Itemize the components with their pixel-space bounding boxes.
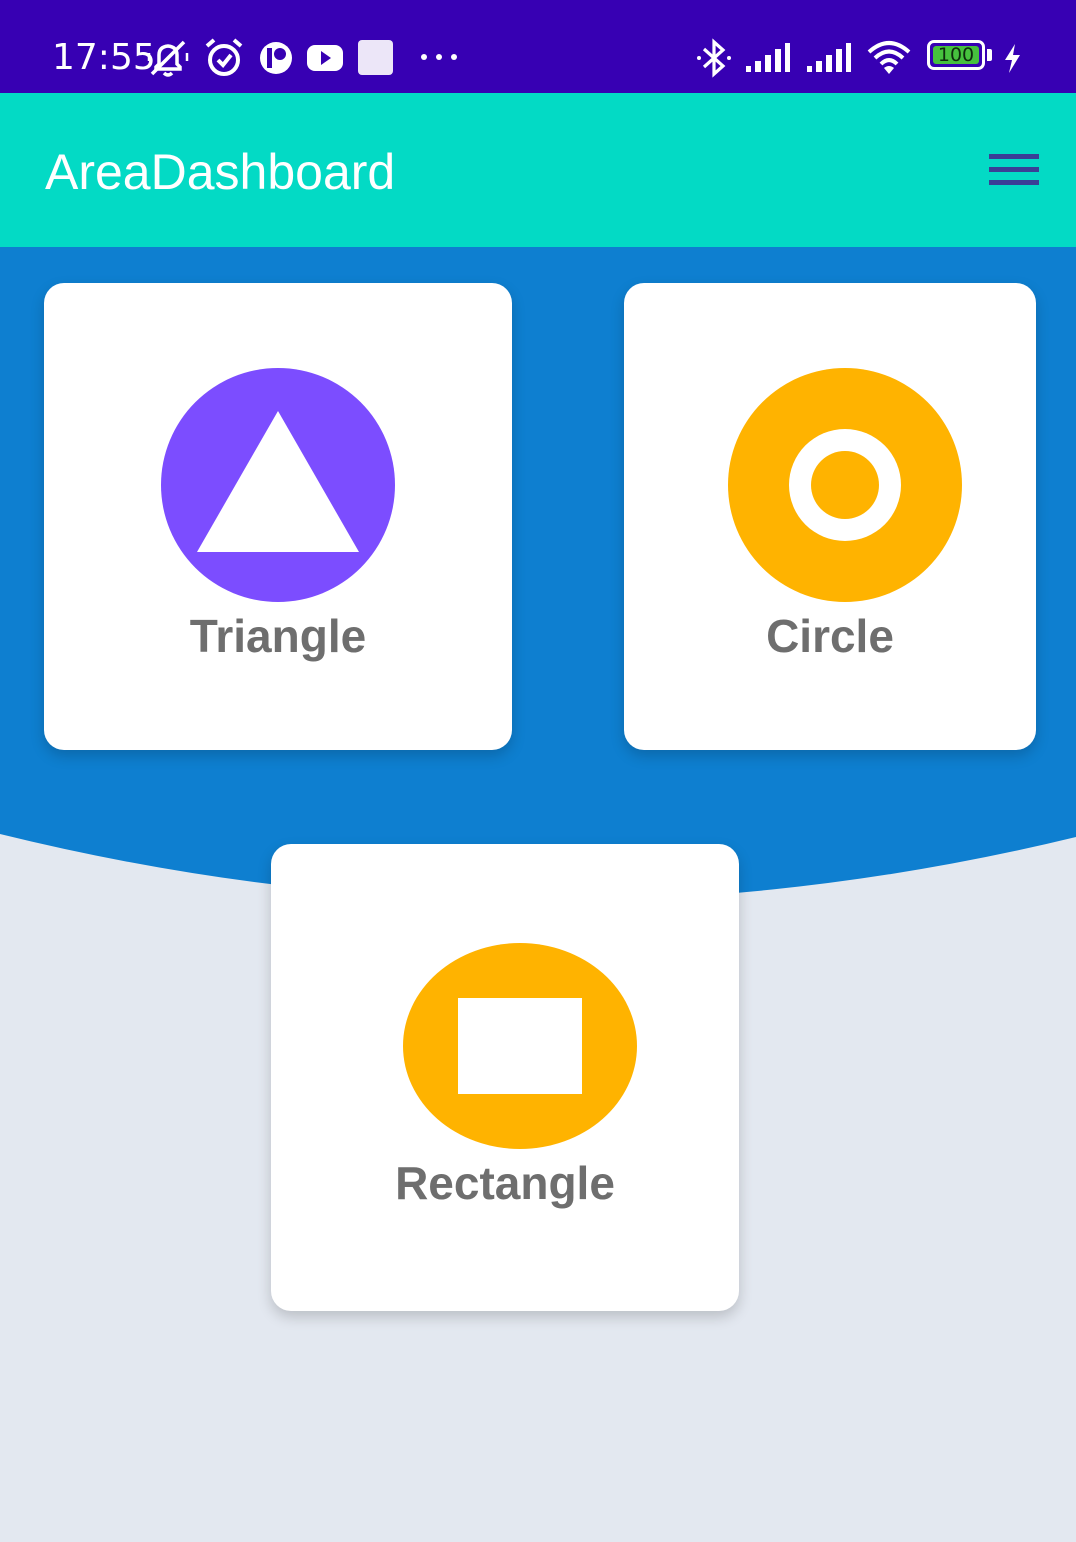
youtube-icon bbox=[306, 36, 344, 80]
triangle-label: Triangle bbox=[189, 610, 367, 662]
signal-icon bbox=[744, 36, 792, 80]
status-time: 17:55 bbox=[52, 37, 156, 78]
circle-label: Circle bbox=[766, 610, 894, 662]
hamburger-menu-icon bbox=[989, 154, 1039, 185]
battery-body: 100 bbox=[927, 40, 985, 70]
charging-icon bbox=[1000, 36, 1024, 80]
circle-card[interactable]: Circle bbox=[624, 283, 1036, 750]
app-notification-icon bbox=[258, 36, 294, 80]
app-square-icon bbox=[357, 36, 395, 80]
alarm-icon bbox=[204, 36, 244, 80]
battery-tip bbox=[987, 49, 992, 61]
rectangle-card[interactable]: Rectangle bbox=[271, 844, 739, 1311]
mute-notifications-icon bbox=[146, 36, 190, 80]
circle-icon bbox=[728, 368, 962, 602]
more-dots-icon bbox=[418, 36, 460, 80]
triangle-card[interactable]: Triangle bbox=[44, 283, 512, 750]
rectangle-label: Rectangle bbox=[395, 1157, 615, 1209]
battery-fill: 100 bbox=[933, 44, 979, 66]
battery-icon: 100 bbox=[927, 40, 993, 74]
bluetooth-icon bbox=[696, 36, 732, 80]
app-title: AreaDashboard bbox=[45, 144, 396, 200]
battery-level: 100 bbox=[937, 44, 975, 66]
signal-icon bbox=[805, 36, 853, 80]
status-bar: 17:55 100 bbox=[0, 0, 1076, 93]
triangle-icon bbox=[161, 368, 395, 602]
app-bar: AreaDashboard bbox=[0, 93, 1076, 247]
wifi-icon bbox=[866, 36, 912, 80]
rectangle-icon bbox=[403, 943, 637, 1149]
menu-button[interactable] bbox=[980, 139, 1048, 201]
